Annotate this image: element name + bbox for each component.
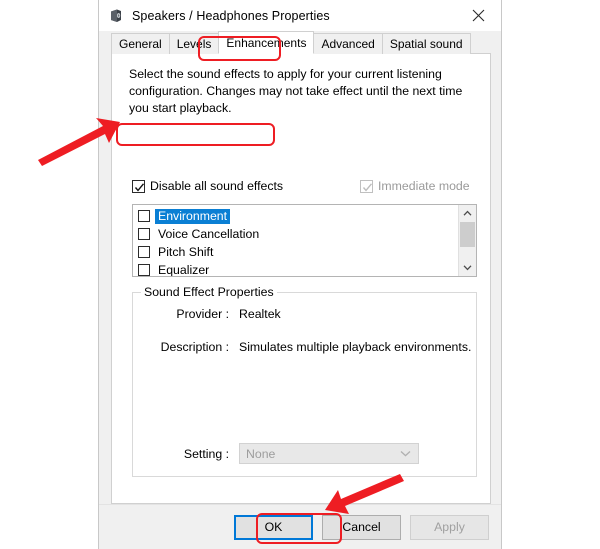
ok-button[interactable]: OK xyxy=(234,514,313,540)
list-item-label: Voice Cancellation xyxy=(158,226,260,241)
chevron-down-icon xyxy=(400,444,411,463)
tab-strip: General Levels Enhancements Advanced Spa… xyxy=(111,31,491,54)
description-value: Simulates multiple playback environments… xyxy=(239,340,472,354)
title-bar: Speakers / Headphones Properties xyxy=(99,0,501,31)
list-item-label: Environment xyxy=(155,208,231,224)
sound-effect-properties-group: Sound Effect Properties Provider : Realt… xyxy=(132,285,477,477)
tab-general[interactable]: General xyxy=(111,33,170,54)
checkbox-box-checked-disabled xyxy=(360,179,373,193)
disable-all-sound-effects-label: Disable all sound effects xyxy=(150,179,284,193)
checkbox-box-checked xyxy=(132,179,145,193)
list-item[interactable]: Voice Cancellation xyxy=(133,225,458,243)
disable-all-sound-effects-checkbox[interactable]: Disable all sound effects xyxy=(132,179,283,193)
setting-label: Setting : xyxy=(183,446,229,461)
tab-spatial-sound[interactable]: Spatial sound xyxy=(381,33,471,54)
dialog-button-bar: OK Cancel Apply xyxy=(99,504,501,549)
tab-advanced[interactable]: Advanced xyxy=(313,33,383,54)
scroll-up-icon[interactable] xyxy=(459,205,476,222)
sound-effects-list: Environment Voice Cancellation Pitch Shi… xyxy=(133,205,458,276)
checkbox-box[interactable] xyxy=(138,228,150,240)
group-legend: Sound Effect Properties xyxy=(141,285,277,299)
list-item-label: Equalizer xyxy=(158,262,210,277)
instruction-text: Select the sound effects to apply for yo… xyxy=(129,67,463,115)
close-icon[interactable] xyxy=(456,0,501,31)
checkbox-box[interactable] xyxy=(138,246,150,258)
tab-enhancements[interactable]: Enhancements xyxy=(218,31,315,54)
tab-levels[interactable]: Levels xyxy=(168,33,220,54)
provider-value: Realtek xyxy=(239,307,281,321)
speaker-device-icon xyxy=(108,8,124,24)
list-item[interactable]: Environment xyxy=(133,207,458,225)
scroll-down-icon[interactable] xyxy=(459,259,476,276)
list-scrollbar[interactable] xyxy=(458,205,476,276)
provider-label: Provider : xyxy=(176,307,229,321)
scrollbar-thumb[interactable] xyxy=(460,222,475,247)
list-item[interactable]: Pitch Shift xyxy=(133,243,458,261)
setting-row: Setting : None xyxy=(133,443,419,464)
checkbox-box[interactable] xyxy=(138,210,150,222)
setting-selected-value: None xyxy=(246,446,276,461)
checkbox-box[interactable] xyxy=(138,264,150,276)
sound-effects-listbox[interactable]: Environment Voice Cancellation Pitch Shi… xyxy=(132,204,477,277)
list-item-label: Pitch Shift xyxy=(158,244,214,259)
provider-row: Provider : Realtek xyxy=(133,307,281,321)
window-title: Speakers / Headphones Properties xyxy=(132,8,330,23)
description-label: Description : xyxy=(160,340,229,354)
enhancements-tab-panel: Select the sound effects to apply for yo… xyxy=(111,53,491,504)
scrollbar-track[interactable] xyxy=(459,222,476,259)
list-item[interactable]: Equalizer xyxy=(133,261,458,276)
immediate-mode-checkbox: Immediate mode xyxy=(360,179,470,193)
immediate-mode-label: Immediate mode xyxy=(378,179,470,193)
cancel-button[interactable]: Cancel xyxy=(322,514,401,540)
description-row: Description : Simulates multiple playbac… xyxy=(133,340,472,354)
apply-button: Apply xyxy=(410,514,489,540)
ok-button-wrapper: OK xyxy=(225,514,313,540)
setting-dropdown: None xyxy=(239,443,419,464)
properties-dialog: Speakers / Headphones Properties General… xyxy=(98,0,502,549)
